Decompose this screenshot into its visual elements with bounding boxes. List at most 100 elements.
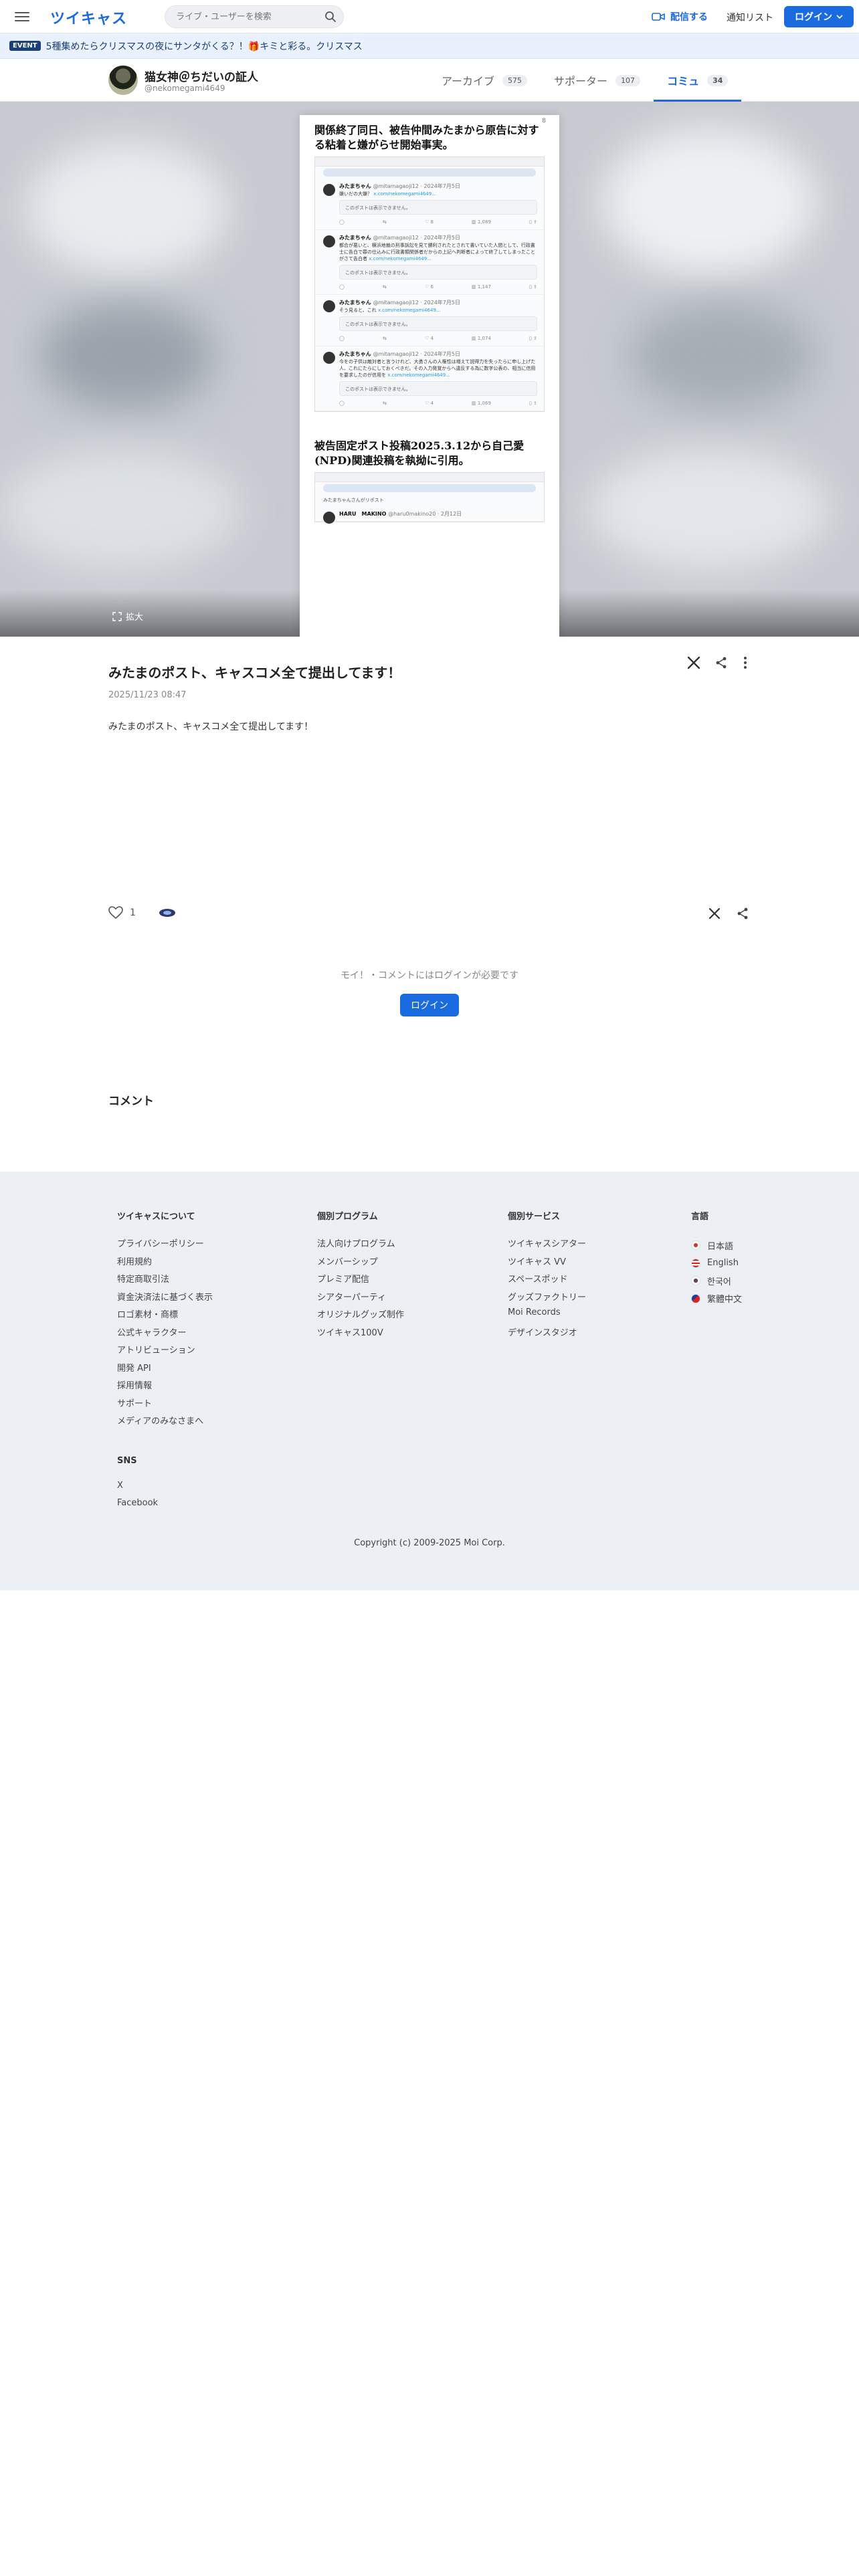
event-text: 5種集めたらクリスマスの夜にサンタがくる？！🎁キミと彩る。クリスマス [45,41,363,52]
post-image: 8 関係終了同日、被告仲間みたまから原告に対する粘着と嫌がらせ開始事実。 みたま… [300,115,559,637]
footer-link[interactable]: Moi Records [508,1307,586,1325]
expand-label: 拡大 [126,613,144,623]
footer-link[interactable]: プレミア配信 [317,1272,404,1290]
footer-link[interactable]: プライバシーポリシー [117,1237,213,1255]
footer-link[interactable]: サポート [117,1396,213,1414]
tweet-screenshot-2: みたまちゃんさんがリポスト HARU MAKINO @haru0makino20… [314,472,545,524]
footer-link[interactable]: デザインスタジオ [508,1325,586,1344]
start-live-button[interactable]: 配信する [652,8,708,25]
top-header: ツイキャス 配信する 通知リスト ログイン [0,0,859,33]
footer-heading: 言語 [691,1212,709,1222]
site-logo[interactable]: ツイキャス [50,7,127,28]
footer-link[interactable]: 利用規約 [117,1255,213,1273]
comments-heading: コメント [108,1095,154,1108]
login-label: ログイン [795,12,832,23]
footer-sns-x-link[interactable]: X [117,1481,213,1499]
x-share-icon-bottom[interactable] [708,907,721,920]
profile-tabs: アーカイブ 575 サポーター 107 コミュ 34 [428,59,742,102]
taiwan-flag-icon [691,1293,700,1303]
language-traditional-chinese[interactable]: 繁體中文 [691,1290,742,1308]
notification-list-link[interactable]: 通知リスト [727,11,773,24]
footer-link[interactable]: ロゴ素材・商標 [117,1307,213,1325]
supporter-avatar-icon[interactable] [159,907,176,918]
footer-link[interactable]: 特定商取引法 [117,1272,213,1290]
tab-label: コミュ [667,75,700,88]
profile-bar: 猫女神＠ちだいの証人 @nekomegami4649 アーカイブ 575 サポー… [0,59,859,102]
footer-link[interactable]: 資金決済法に基づく表示 [117,1290,213,1308]
tweet-item: みたまちゃん @mitamagaoji12 · 2024年7月5日 そう見ると、… [315,295,544,346]
like-count: 1 [130,907,136,918]
page-number: 8 [542,118,546,124]
us-flag-icon [691,1258,700,1268]
footer-heading: ツイキャスについて [117,1212,195,1222]
search-icon[interactable] [324,10,337,23]
footer-sns-facebook-link[interactable]: Facebook [117,1498,213,1516]
footer: ツイキャスについて プライバシーポリシー 利用規約 特定商取引法 資金決済法に基… [0,1172,859,1590]
event-badge: EVENT [9,41,41,51]
footer-link[interactable]: ツイキャス VV [508,1255,586,1273]
menu-icon[interactable] [15,9,29,23]
footer-link[interactable]: シアターパーティ [317,1290,404,1308]
post-image-area[interactable]: 8 関係終了同日、被告仲間みたまから原告に対する粘着と嫌がらせ開始事実。 みたま… [0,102,859,637]
footer-heading: 個別サービス [508,1212,561,1222]
start-live-label: 配信する [670,12,708,23]
footer-link[interactable]: アトリビューション [117,1343,213,1361]
copyright: Copyright (c) 2009-2025 Moi Corp. [354,1538,505,1548]
tab-archive[interactable]: アーカイブ 575 [428,59,541,102]
footer-link[interactable]: 公式キャラクター [117,1325,213,1344]
footer-link[interactable]: ツイキャス100V [317,1325,404,1344]
language-korean[interactable]: 한국어 [691,1272,742,1290]
tweet-item: HARU MAKINO @haru0makino20 · 2月12日 [315,506,544,524]
language-english[interactable]: English [691,1255,742,1273]
tab-label: サポーター [554,75,608,88]
tweet-item: みたまちゃん @mitamagaoji12 · 2024年7月5日 今をの子供は… [315,346,544,411]
tab-count: 34 [707,74,729,86]
post-date: 2025/11/23 08:47 [108,690,187,700]
footer-link[interactable]: ツイキャスシアター [508,1237,586,1255]
post-title: みたまのポスト、キャスコメ全て提出してます！ [108,665,401,681]
expand-button[interactable]: 拡大 [112,610,143,623]
footer-link[interactable]: オリジナルグッズ制作 [317,1307,404,1325]
korea-flag-icon [691,1276,700,1286]
footer-link[interactable]: スペースポッド [508,1272,586,1290]
x-share-icon[interactable] [686,655,701,670]
footer-heading: 個別プログラム [317,1212,378,1222]
search-input[interactable] [165,5,344,28]
chevron-down-icon [836,15,843,19]
tab-supporter[interactable]: サポーター 107 [541,59,654,102]
share-icon-bottom[interactable] [736,907,749,920]
like-area: 1 [108,906,176,920]
footer-link[interactable]: 採用情報 [117,1378,213,1396]
profile-id: @nekomegami4649 [145,84,225,93]
footer-link[interactable]: メンバーシップ [317,1255,404,1273]
image-heading: 関係終了同日、被告仲間みたまから原告に対する粘着と嫌がらせ開始事実。 [314,124,539,151]
profile-name[interactable]: 猫女神＠ちだいの証人 [145,68,258,84]
tweet-item: みたまちゃん @mitamagaoji12 · 2024年7月5日 都合が悪いと… [315,230,544,295]
tweet-screenshot: みたまちゃん @mitamagaoji12 · 2024年7月5日 嫌いだの大嫌… [314,156,545,412]
tweet-item: みたまちゃん @mitamagaoji12 · 2024年7月5日 嫌いだの大嫌… [315,179,544,230]
footer-sns-heading: SNS [117,1455,137,1466]
language-japanese[interactable]: 日本語 [691,1237,742,1255]
comment-login-button[interactable]: ログイン [400,994,459,1016]
footer-services: 個別サービス ツイキャスシアター ツイキャス VV スペースポッド グッズファク… [508,1209,586,1343]
more-options-icon[interactable] [740,655,751,670]
footer-link[interactable]: 法人向けプログラム [317,1237,404,1255]
share-icon[interactable] [714,656,728,669]
footer-programs: 個別プログラム 法人向けプログラム メンバーシップ プレミア配信 シアターパーテ… [317,1209,404,1343]
tab-count: 575 [502,74,528,86]
video-camera-icon [652,13,665,21]
japan-flag-icon [691,1241,700,1251]
tab-count: 107 [615,74,641,86]
tab-community[interactable]: コミュ 34 [654,59,742,102]
comment-login-prompt: モイ！・コメントにはログインが必要です [341,970,518,981]
avatar[interactable] [108,66,138,95]
login-button[interactable]: ログイン [784,6,854,27]
post-body: みたまのポスト、キャスコメ全て提出してます！ [108,722,314,732]
expand-icon [112,611,122,621]
event-banner[interactable]: EVENT 5種集めたらクリスマスの夜にサンタがくる？！🎁キミと彩る。クリスマス [0,33,859,59]
footer-link[interactable]: メディアのみなさまへ [117,1414,213,1432]
image-heading-2: 被告固定ポスト投稿2025.3.12から自己愛(NPD)関連投稿を執拗に引用。 [314,439,524,467]
footer-link[interactable]: 開発 API [117,1361,213,1379]
heart-icon[interactable] [108,906,123,920]
footer-link[interactable]: グッズファクトリー [508,1290,586,1308]
